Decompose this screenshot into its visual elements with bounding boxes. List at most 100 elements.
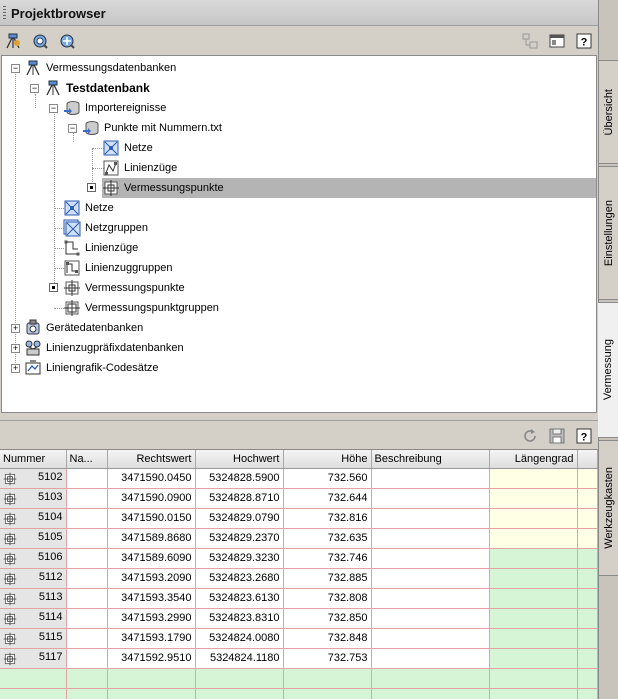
table-row[interactable]: 5104 3471590.0150 5324829.0790 732.816 xyxy=(0,508,598,529)
cell-rechtswert[interactable]: 3471592.9510 xyxy=(107,648,196,669)
cell-laengengrad[interactable] xyxy=(489,508,578,529)
table-row[interactable]: 5112 3471593.2090 5324823.2680 732.885 xyxy=(0,568,598,589)
collapse-toggle[interactable]: − xyxy=(49,104,58,113)
cell-rechtswert[interactable]: 3471593.2990 xyxy=(107,608,196,629)
cell-nummer[interactable]: 5113 xyxy=(0,588,67,609)
tree-item-import-file[interactable]: Punkte mit Nummern.txt xyxy=(82,118,222,138)
cell-extra[interactable] xyxy=(577,488,598,509)
table-row-empty[interactable] xyxy=(0,688,598,699)
cell-extra[interactable] xyxy=(577,568,598,589)
cell-hoehe[interactable]: 732.850 xyxy=(283,608,372,629)
cell-laengengrad[interactable] xyxy=(489,628,578,649)
column-header-extra[interactable] xyxy=(577,450,598,469)
cell-nummer[interactable]: 5103 xyxy=(0,488,67,509)
cell-name[interactable] xyxy=(66,508,108,529)
cell-nummer[interactable]: 5114 xyxy=(0,608,67,629)
cell-hochwert[interactable]: 5324824.1180 xyxy=(195,648,284,669)
cell-hochwert[interactable]: 5324823.2680 xyxy=(195,568,284,589)
empty-cell[interactable] xyxy=(66,688,108,699)
cell-name[interactable] xyxy=(66,568,108,589)
cell-nummer[interactable]: 5102 xyxy=(0,468,67,489)
empty-cell[interactable] xyxy=(283,688,372,699)
tree-item-vermessungspunktgruppen[interactable]: Vermessungspunktgruppen xyxy=(63,298,219,318)
cell-nummer[interactable]: 5106 xyxy=(0,548,67,569)
cell-rechtswert[interactable]: 3471590.0450 xyxy=(107,468,196,489)
empty-cell[interactable] xyxy=(0,688,67,699)
cell-laengengrad[interactable] xyxy=(489,528,578,549)
cell-hoehe[interactable]: 732.560 xyxy=(283,468,372,489)
cell-hochwert[interactable]: 5324829.0790 xyxy=(195,508,284,529)
cell-name[interactable] xyxy=(66,548,108,569)
cell-beschreibung[interactable] xyxy=(371,468,490,489)
column-header-hochwert[interactable]: Hochwert xyxy=(195,450,284,469)
empty-cell[interactable] xyxy=(195,668,284,689)
cell-name[interactable] xyxy=(66,648,108,669)
tree-view-icon[interactable] xyxy=(519,30,541,52)
expand-marker[interactable] xyxy=(49,283,58,292)
collapse-toggle[interactable]: − xyxy=(30,84,39,93)
table-row[interactable]: 5103 3471590.0900 5324828.8710 732.644 xyxy=(0,488,598,509)
empty-cell[interactable] xyxy=(195,688,284,699)
column-header-nummer[interactable]: Nummer xyxy=(0,450,67,469)
cell-rechtswert[interactable]: 3471593.2090 xyxy=(107,568,196,589)
cell-beschreibung[interactable] xyxy=(371,588,490,609)
empty-cell[interactable] xyxy=(66,668,108,689)
tree-item-liniengrafik-codesaetze[interactable]: Liniengrafik-Codesätze xyxy=(24,358,159,378)
cell-laengengrad[interactable] xyxy=(489,568,578,589)
empty-cell[interactable] xyxy=(489,668,578,689)
cell-name[interactable] xyxy=(66,588,108,609)
cell-laengengrad[interactable] xyxy=(489,648,578,669)
empty-cell[interactable] xyxy=(577,688,598,699)
cell-beschreibung[interactable] xyxy=(371,528,490,549)
table-row[interactable]: 5106 3471589.6090 5324829.3230 732.746 xyxy=(0,548,598,569)
cell-name[interactable] xyxy=(66,608,108,629)
cell-nummer[interactable]: 5112 xyxy=(0,568,67,589)
cell-hoehe[interactable]: 732.816 xyxy=(283,508,372,529)
grip-handle[interactable] xyxy=(3,6,6,20)
tree-item-netzgruppen[interactable]: Netzgruppen xyxy=(63,218,148,238)
cell-rechtswert[interactable]: 3471589.6090 xyxy=(107,548,196,569)
panel-splitter[interactable] xyxy=(0,413,598,421)
empty-cell[interactable] xyxy=(107,668,196,689)
tree-item-linienzuggruppen[interactable]: Linienzuggruppen xyxy=(63,258,172,278)
empty-cell[interactable] xyxy=(577,668,598,689)
tree-item-geraetedatenbanken[interactable]: Gerätedatenbanken xyxy=(24,318,143,338)
cell-name[interactable] xyxy=(66,468,108,489)
cell-rechtswert[interactable]: 3471593.1790 xyxy=(107,628,196,649)
cell-extra[interactable] xyxy=(577,528,598,549)
column-header-beschreibung[interactable]: Beschreibung xyxy=(371,450,490,469)
tree-item-netze[interactable]: Netze xyxy=(63,198,114,218)
expand-toggle[interactable]: + xyxy=(11,364,20,373)
cell-laengengrad[interactable] xyxy=(489,468,578,489)
table-row[interactable]: 5115 3471593.1790 5324824.0080 732.848 xyxy=(0,628,598,649)
tree-item-linienzugpraefixdatenbanken[interactable]: Linienzugpräfixdatenbanken xyxy=(24,338,184,358)
column-header-hoehe[interactable]: Höhe xyxy=(283,450,372,469)
pan-to-icon[interactable] xyxy=(56,30,78,52)
empty-cell[interactable] xyxy=(0,668,67,689)
column-header-laengengrad[interactable]: Längengrad xyxy=(489,450,578,469)
column-header-rechtswert[interactable]: Rechtswert xyxy=(107,450,196,469)
cell-extra[interactable] xyxy=(577,508,598,529)
cell-hochwert[interactable]: 5324829.3230 xyxy=(195,548,284,569)
cell-laengengrad[interactable] xyxy=(489,488,578,509)
table-row[interactable]: 5105 3471589.8680 5324829.2370 732.635 xyxy=(0,528,598,549)
cell-hochwert[interactable]: 5324828.8710 xyxy=(195,488,284,509)
expand-marker[interactable] xyxy=(87,183,96,192)
tree-item-vermessungspunkte[interactable]: Vermessungspunkte xyxy=(63,278,185,298)
cell-hoehe[interactable]: 732.635 xyxy=(283,528,372,549)
cell-nummer[interactable]: 5115 xyxy=(0,628,67,649)
tab-einstellungen[interactable]: Einstellungen xyxy=(599,166,618,300)
cell-rechtswert[interactable]: 3471593.3540 xyxy=(107,588,196,609)
cell-beschreibung[interactable] xyxy=(371,608,490,629)
tab-werkzeugkasten[interactable]: Werkzeugkasten xyxy=(599,440,618,576)
tree-item-vermessungsdatenbanken[interactable]: Vermessungsdatenbanken xyxy=(24,58,176,78)
expand-toggle[interactable]: + xyxy=(11,344,20,353)
zoom-to-icon[interactable] xyxy=(29,30,51,52)
tab-vermessung[interactable]: Vermessung xyxy=(598,302,618,438)
empty-cell[interactable] xyxy=(283,668,372,689)
cell-rechtswert[interactable]: 3471590.0900 xyxy=(107,488,196,509)
cell-laengengrad[interactable] xyxy=(489,608,578,629)
help-icon[interactable]: ? xyxy=(573,425,595,447)
cell-hoehe[interactable]: 732.746 xyxy=(283,548,372,569)
table-row[interactable]: 5117 3471592.9510 5324824.1180 732.753 xyxy=(0,648,598,669)
